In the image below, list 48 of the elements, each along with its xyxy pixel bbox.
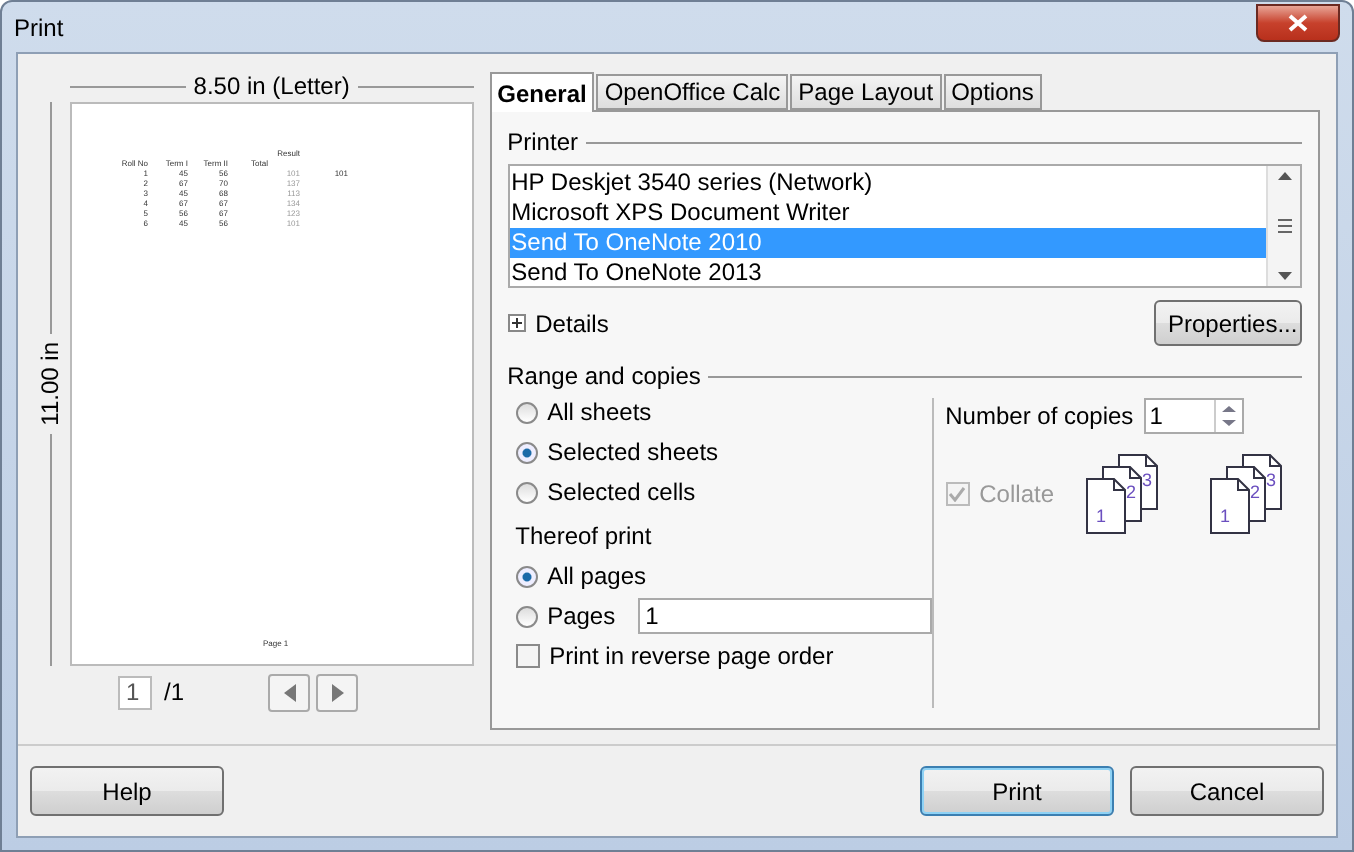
- option-label: Print in reverse page order: [549, 642, 834, 670]
- right-triangle-icon: [331, 683, 344, 701]
- printer-item[interactable]: HP Deskjet 3540 series (Network): [509, 168, 1266, 198]
- radio-button[interactable]: [515, 565, 538, 587]
- window-title: Print: [14, 13, 64, 41]
- next-page-button[interactable]: [316, 673, 359, 711]
- section-label: Range and copies: [507, 362, 701, 390]
- tab[interactable]: Page Layout: [790, 74, 942, 110]
- radio-button[interactable]: [515, 481, 538, 503]
- radio-button[interactable]: [515, 441, 538, 463]
- collate-drawing: 3 2 1: [1086, 454, 1178, 534]
- printer-item[interactable]: Microsoft XPS Document Writer: [509, 198, 1266, 228]
- printer-item[interactable]: Send To OneNote 2013: [509, 258, 1266, 288]
- scroll-thumb-grip-icon[interactable]: [1277, 218, 1291, 234]
- left-triangle-icon: [283, 683, 296, 701]
- scrollbar[interactable]: [1266, 166, 1300, 286]
- previous-page-button[interactable]: [268, 673, 311, 711]
- page-count: /1: [164, 678, 185, 706]
- close-button[interactable]: [1256, 3, 1340, 41]
- tab[interactable]: Options: [943, 74, 1042, 110]
- close-icon: [1288, 13, 1308, 31]
- tab[interactable]: General: [489, 72, 595, 112]
- collate-drawing: 3 2 1: [1210, 454, 1302, 534]
- printer-list[interactable]: HP Deskjet 3540 series (Network) Microsoft XPS Document Writer Send To OneNote 2010 Send To OneNote 2013: [507, 164, 1302, 288]
- print-button[interactable]: Print: [920, 766, 1114, 816]
- option-label: Pages: [547, 602, 616, 630]
- plus-icon: [507, 314, 526, 332]
- radio-button[interactable]: [515, 605, 538, 627]
- copies-label: Number of copies: [945, 402, 1134, 430]
- tab[interactable]: OpenOffice Calc: [596, 74, 789, 110]
- cancel-button[interactable]: Cancel: [1130, 766, 1324, 816]
- details-expander[interactable]: Details: [507, 309, 609, 337]
- radio-button[interactable]: [515, 401, 538, 423]
- help-button[interactable]: Help: [30, 766, 224, 816]
- checkbox[interactable]: [515, 644, 540, 668]
- option-label: All sheets: [547, 398, 652, 426]
- page-number-field[interactable]: 1: [118, 675, 152, 709]
- option-label: Collate: [979, 480, 1054, 508]
- option-label: Selected sheets: [547, 438, 719, 466]
- option-label: All pages: [547, 562, 647, 590]
- section-label: Thereof print: [515, 522, 654, 550]
- width-label: 8.50 in (Letter): [193, 72, 350, 100]
- section-label: Printer: [507, 128, 578, 156]
- pages-field[interactable]: 1: [637, 598, 932, 634]
- height-label: 11.00 in: [36, 342, 64, 426]
- properties-button[interactable]: Properties...: [1154, 300, 1302, 346]
- option-label: Selected cells: [547, 478, 696, 506]
- copies-spinner[interactable]: 1: [1143, 398, 1244, 434]
